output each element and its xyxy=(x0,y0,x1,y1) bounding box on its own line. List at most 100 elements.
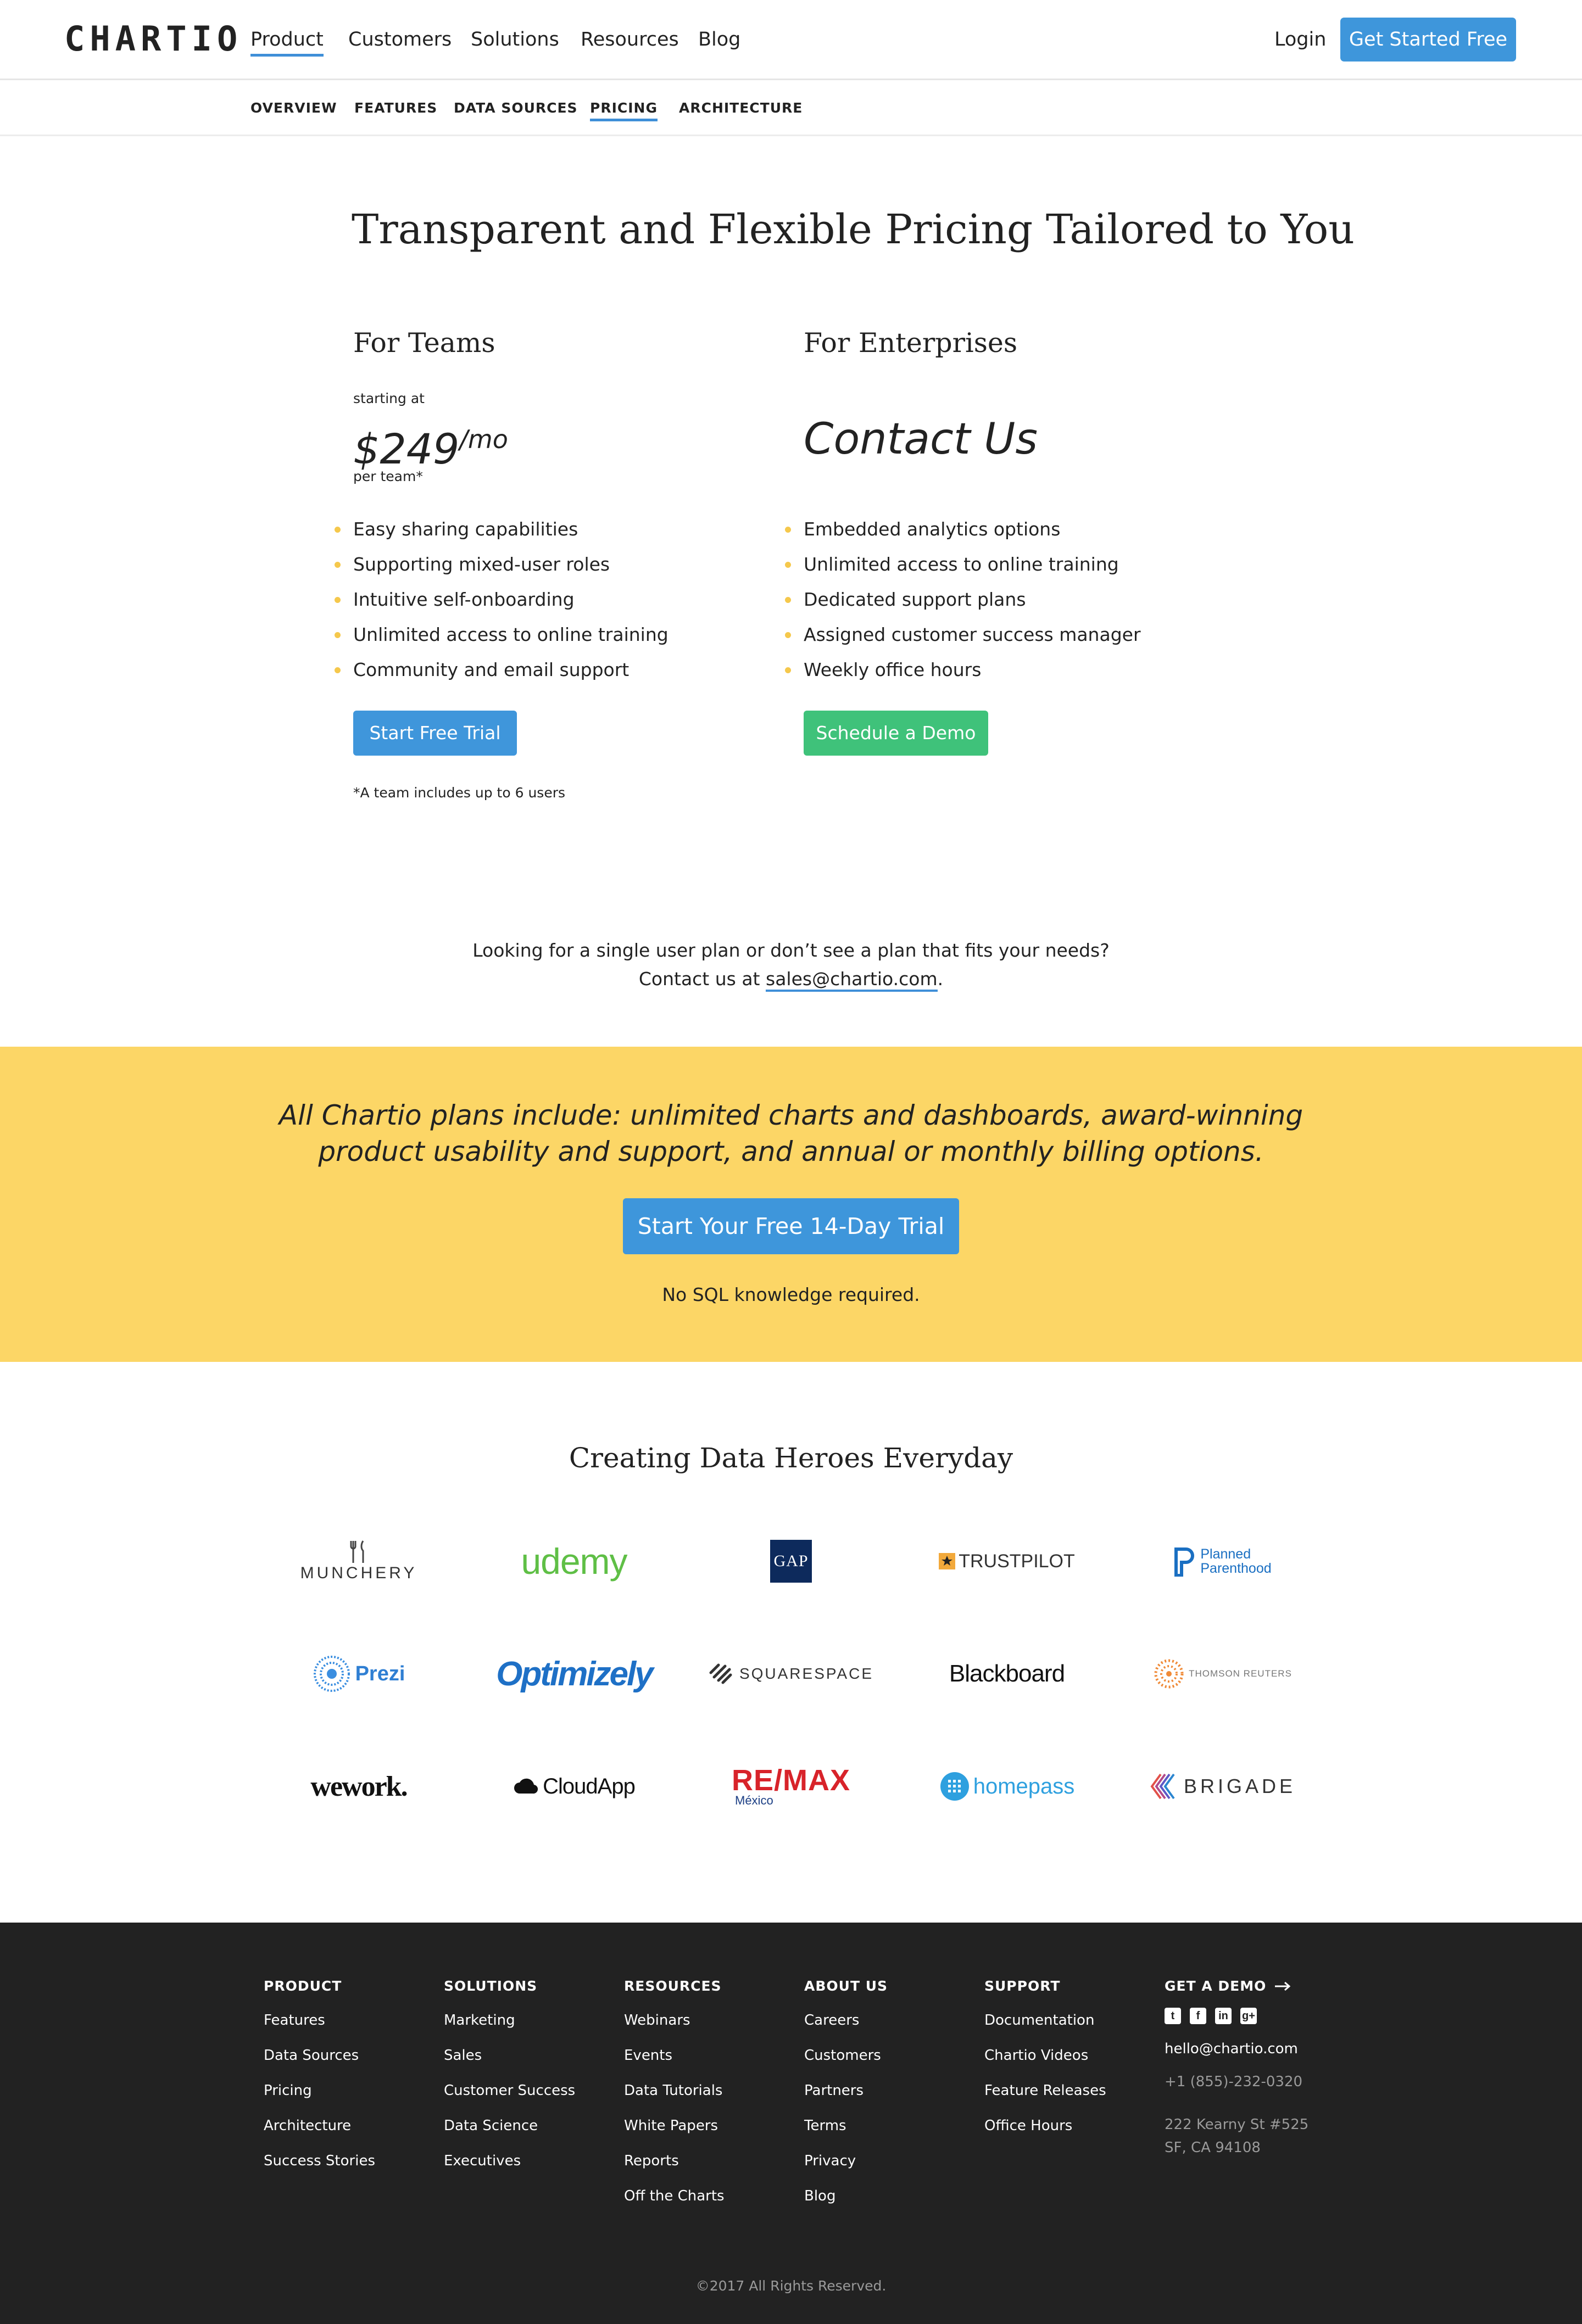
thomson-reuters-logo: THOMSON REUTERS xyxy=(1123,1644,1321,1704)
subnav-features[interactable]: FEATURES xyxy=(354,100,437,116)
cloudapp-wordmark: CloudApp xyxy=(543,1774,636,1798)
footer-link[interactable]: Success Stories xyxy=(264,2152,375,2170)
footer-link[interactable]: Data Tutorials xyxy=(624,2081,725,2100)
enterprise-feature-list: Embedded analytics options Unlimited acc… xyxy=(785,512,1141,688)
footer-phone: +1 (855)-232-0320 xyxy=(1165,2074,1303,2090)
thomson-reuters-wordmark: THOMSON REUTERS xyxy=(1189,1668,1292,1679)
bullet-dot xyxy=(335,667,341,673)
bullet-dot xyxy=(785,632,791,638)
feature-text: Unlimited access to online training xyxy=(804,554,1119,575)
team-size-note: *A team includes up to 6 users xyxy=(353,785,566,801)
footer-link[interactable]: Marketing xyxy=(444,2011,575,2030)
bullet-dot xyxy=(335,562,341,568)
footer-email[interactable]: hello@chartio.com xyxy=(1165,2040,1308,2058)
footer-link[interactable]: Off the Charts xyxy=(624,2187,725,2205)
footer-link[interactable]: Webinars xyxy=(624,2011,725,2030)
footer-column-solutions: SOLUTIONS Marketing Sales Customer Succe… xyxy=(444,1977,575,2170)
subnav-pricing[interactable]: PRICING xyxy=(590,100,658,121)
footer-link[interactable]: Executives xyxy=(444,2152,575,2170)
udemy-logo: udemy xyxy=(475,1531,673,1591)
google-plus-icon[interactable]: g+ xyxy=(1240,2008,1257,2024)
footer-link[interactable]: Blog xyxy=(804,2187,888,2205)
custom-plan-contact: Looking for a single user plan or don’t … xyxy=(0,936,1582,993)
footer-link[interactable]: Feature Releases xyxy=(984,2081,1106,2100)
footer-link[interactable]: Data Sources xyxy=(264,2046,375,2065)
social-links: t f in g+ xyxy=(1165,2008,1308,2024)
start-14-day-trial-button[interactable]: Start Your Free 14-Day Trial xyxy=(623,1198,959,1254)
star-icon xyxy=(939,1553,956,1569)
brigade-logo: BRIGADE xyxy=(1123,1756,1321,1817)
homepass-mark-icon xyxy=(940,1772,969,1801)
copyright: ©2017 All Rights Reserved. xyxy=(695,2278,887,2294)
feature-text: Supporting mixed-user roles xyxy=(353,554,610,575)
cloudapp-logo: CloudApp xyxy=(475,1756,673,1817)
schedule-demo-button[interactable]: Schedule a Demo xyxy=(804,711,988,756)
per-team-label: per team* xyxy=(353,468,423,484)
feature-text: Embedded analytics options xyxy=(804,518,1061,540)
login-link[interactable]: Login xyxy=(1274,26,1326,53)
nav-item-product[interactable]: Product xyxy=(250,26,324,57)
footer-link[interactable]: Features xyxy=(264,2011,375,2030)
footer-link[interactable]: Data Science xyxy=(444,2116,575,2135)
sales-email-link[interactable]: sales@chartio.com xyxy=(766,968,938,992)
subnav-architecture[interactable]: ARCHITECTURE xyxy=(679,100,803,116)
reuters-dots-icon xyxy=(1154,1659,1184,1689)
feature-text: Community and email support xyxy=(353,659,630,680)
nav-item-solutions[interactable]: Solutions xyxy=(471,26,559,53)
contact-line-2: Contact us at sales@chartio.com. xyxy=(0,965,1582,993)
pp-mark-icon xyxy=(1174,1548,1195,1577)
footer-link[interactable]: Reports xyxy=(624,2152,725,2170)
starting-at-label: starting at xyxy=(353,390,425,406)
get-demo-link[interactable]: GET A DEMO xyxy=(1165,1977,1308,1996)
gap-logo: GAP xyxy=(692,1531,890,1591)
homepass-wordmark: homepass xyxy=(973,1774,1075,1798)
feature-text: Unlimited access to online training xyxy=(353,624,669,645)
twitter-icon[interactable]: t xyxy=(1165,2008,1181,2024)
footer-link[interactable]: White Papers xyxy=(624,2116,725,2135)
footer-address-line-2: SF, CA 94108 xyxy=(1165,2139,1261,2156)
footer-link[interactable]: Chartio Videos xyxy=(984,2046,1106,2065)
enterprise-contact-us: Contact Us xyxy=(804,415,1038,464)
arrow-right-icon xyxy=(1275,1981,1291,1991)
footer-link[interactable]: Customer Success xyxy=(444,2081,575,2100)
prezi-mark-icon xyxy=(313,1656,350,1692)
footer-link[interactable]: Sales xyxy=(444,2046,575,2065)
nav-item-customers[interactable]: Customers xyxy=(348,26,452,53)
brigade-mark-icon xyxy=(1150,1773,1175,1800)
list-item: Intuitive self-onboarding xyxy=(335,582,669,617)
subnav-data-sources[interactable]: DATA SOURCES xyxy=(454,100,578,116)
teams-heading: For Teams xyxy=(353,327,495,359)
footer-column-resources: RESOURCES Webinars Events Data Tutorials… xyxy=(624,1977,725,2205)
footer-link[interactable]: Pricing xyxy=(264,2081,375,2100)
footer-link[interactable]: Customers xyxy=(804,2046,888,2065)
facebook-icon[interactable]: f xyxy=(1190,2008,1206,2024)
bullet-dot xyxy=(785,597,791,603)
footer-link[interactable]: Office Hours xyxy=(984,2116,1106,2135)
footer-heading: SUPPORT xyxy=(984,1978,1061,1994)
enterprise-heading: For Enterprises xyxy=(804,327,1018,359)
optimizely-wordmark: Optimizely xyxy=(496,1655,654,1693)
footer-link[interactable]: Privacy xyxy=(804,2152,888,2170)
nav-item-resources[interactable]: Resources xyxy=(581,26,679,53)
start-free-trial-button[interactable]: Start Free Trial xyxy=(353,711,517,756)
chartio-logo[interactable]: CHARTIO xyxy=(64,22,242,56)
footer-link[interactable]: Documentation xyxy=(984,2011,1106,2030)
remax-wordmark: RE/MAX xyxy=(731,1764,850,1797)
get-started-free-button[interactable]: Get Started Free xyxy=(1340,18,1516,62)
footer-link[interactable]: Events xyxy=(624,2046,725,2065)
footer-column-about: ABOUT US Careers Customers Partners Term… xyxy=(804,1977,888,2205)
footer-column-support: SUPPORT Documentation Chartio Videos Fea… xyxy=(984,1977,1106,2135)
linkedin-icon[interactable]: in xyxy=(1215,2008,1232,2024)
list-item: Community and email support xyxy=(335,652,669,688)
contact-prefix: Contact us at xyxy=(638,968,766,990)
footer-link[interactable]: Careers xyxy=(804,2011,888,2030)
subnav-overview[interactable]: OVERVIEW xyxy=(250,100,337,116)
list-item: Unlimited access to online training xyxy=(335,617,669,652)
footer-link[interactable]: Architecture xyxy=(264,2116,375,2135)
footer-link[interactable]: Terms xyxy=(804,2116,888,2135)
site-footer xyxy=(0,1923,1582,2324)
pricing-title: Transparent and Flexible Pricing Tailore… xyxy=(352,206,1355,253)
feature-text: Easy sharing capabilities xyxy=(353,518,578,540)
nav-item-blog[interactable]: Blog xyxy=(698,26,740,53)
footer-link[interactable]: Partners xyxy=(804,2081,888,2100)
